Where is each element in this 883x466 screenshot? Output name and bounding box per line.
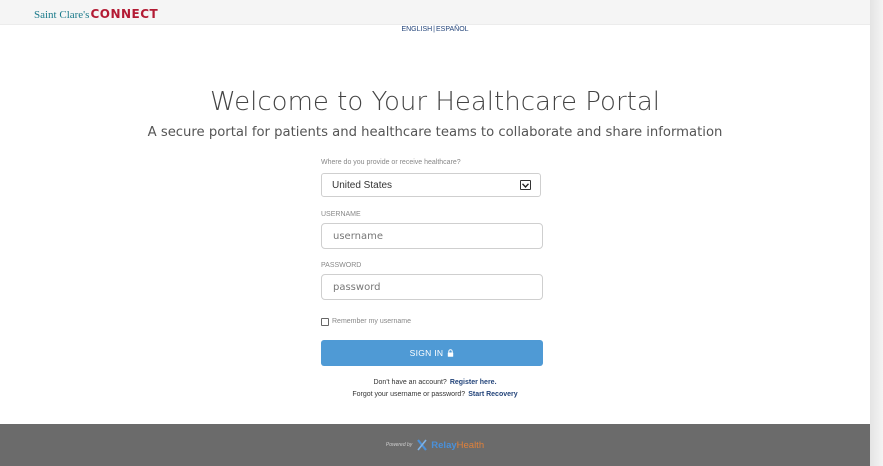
password-input[interactable]	[321, 274, 543, 300]
country-select[interactable]: United States	[321, 173, 541, 197]
saint-clares-connect-logo[interactable]: Saint Clare'sCONNECT	[34, 6, 158, 22]
forgot-text: Forgot your username or password?	[352, 391, 466, 398]
country-label: Where do you provide or receive healthca…	[321, 159, 461, 166]
remember-username-label[interactable]: Remember my username	[332, 317, 411, 327]
page: Saint Clare'sCONNECT ENGLISH|ESPAÑOL Wel…	[0, 0, 870, 466]
health-word: Health	[456, 439, 485, 451]
chevron-down-icon[interactable]	[520, 180, 531, 190]
sign-in-label: SIGN IN	[409, 348, 444, 358]
language-separator: |	[433, 26, 435, 33]
page-title: Welcome to Your Healthcare Portal	[209, 87, 660, 117]
logo-script-text: Saint Clare's	[34, 9, 90, 21]
logo-connect-text: CONNECT	[90, 7, 159, 21]
relayhealth-logo-icon	[417, 439, 428, 451]
register-help-line: Don't have an account? Register here.	[0, 378, 870, 387]
no-account-text: Don't have an account?	[373, 379, 447, 386]
password-label: PASSWORD	[321, 262, 362, 269]
sign-in-button[interactable]: SIGN IN	[321, 340, 543, 366]
powered-by-relayhealth[interactable]: Powered by Relay Health	[0, 424, 870, 466]
page-subtitle: A secure portal for patients and healthc…	[147, 125, 723, 140]
relay-word: Relay	[431, 439, 457, 451]
powered-by-text: Powered by	[385, 442, 413, 448]
remember-username-checkbox[interactable]	[321, 318, 329, 326]
remember-username-row: Remember my username	[321, 317, 411, 327]
register-link[interactable]: Register here.	[450, 379, 497, 386]
username-input[interactable]	[321, 223, 543, 249]
english-link[interactable]: ENGLISH	[401, 26, 432, 33]
start-recovery-link[interactable]: Start Recovery	[468, 391, 517, 398]
username-label: USERNAME	[321, 211, 361, 218]
window-edge-shadow	[870, 0, 883, 466]
language-switcher: ENGLISH|ESPAÑOL	[0, 25, 870, 34]
lock-icon	[448, 349, 454, 357]
spanish-link[interactable]: ESPAÑOL	[436, 26, 469, 33]
recovery-help-line: Forgot your username or password? Start R…	[0, 390, 870, 399]
country-select-value: United States	[332, 180, 393, 191]
top-bar: Saint Clare'sCONNECT	[0, 0, 870, 25]
footer: Powered by Relay Health	[0, 424, 870, 466]
